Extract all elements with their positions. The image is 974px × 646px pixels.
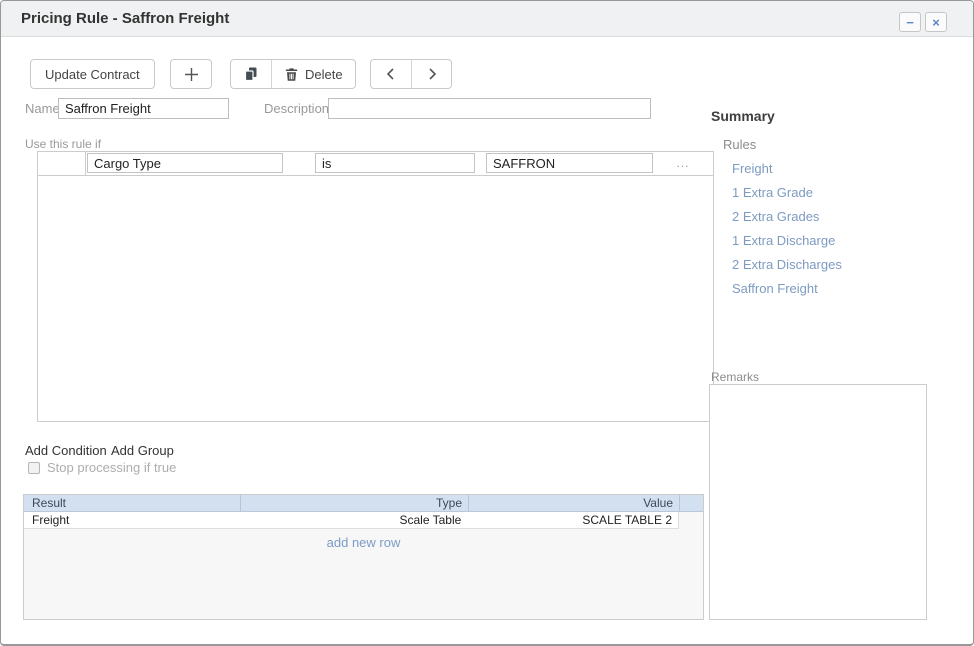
chevron-right-icon xyxy=(424,66,440,82)
delete-label: Delete xyxy=(305,67,343,82)
rule-link-2-extra-grades[interactable]: 2 Extra Grades xyxy=(732,209,819,224)
copy-button[interactable] xyxy=(231,60,271,88)
cell-value: SCALE TABLE 2 xyxy=(467,512,678,528)
chevron-left-icon xyxy=(383,66,399,82)
add-condition-link[interactable]: Add Condition xyxy=(25,443,107,458)
previous-record-button[interactable] xyxy=(371,60,411,88)
update-contract-button[interactable]: Update Contract xyxy=(30,59,155,89)
column-header-result[interactable]: Result xyxy=(24,495,240,511)
column-header-value[interactable]: Value xyxy=(468,495,679,511)
summary-title: Summary xyxy=(711,108,775,124)
add-rule-button[interactable] xyxy=(170,59,212,89)
update-contract-label: Update Contract xyxy=(45,67,140,82)
add-new-row-link[interactable]: add new row xyxy=(24,535,703,550)
name-input[interactable] xyxy=(58,98,229,119)
rule-link-1-extra-discharge[interactable]: 1 Extra Discharge xyxy=(732,233,835,248)
add-group-link[interactable]: Add Group xyxy=(111,443,174,458)
next-record-button[interactable] xyxy=(411,60,451,88)
rules-label: Rules xyxy=(723,137,756,152)
results-table: Result Type Value Freight Scale Table SC… xyxy=(23,494,704,620)
condition-value-input[interactable] xyxy=(486,153,653,173)
trash-icon xyxy=(284,67,299,82)
table-row[interactable]: Freight Scale Table SCALE TABLE 2 xyxy=(24,512,679,529)
condition-gutter[interactable] xyxy=(38,152,86,175)
cell-type: Scale Table xyxy=(240,512,468,528)
close-button[interactable]: × xyxy=(925,12,947,32)
condition-panel: ... xyxy=(37,151,714,422)
description-label: Description xyxy=(264,101,329,116)
use-rule-if-label: Use this rule if xyxy=(25,137,101,151)
condition-row: ... xyxy=(38,152,713,176)
minimize-button[interactable]: − xyxy=(899,12,921,32)
rule-link-2-extra-discharges[interactable]: 2 Extra Discharges xyxy=(732,257,842,272)
minimize-icon: − xyxy=(906,16,914,29)
description-input[interactable] xyxy=(328,98,651,119)
titlebar: Pricing Rule - Saffron Freight − × xyxy=(1,1,973,37)
rule-link-1-extra-grade[interactable]: 1 Extra Grade xyxy=(732,185,813,200)
column-header-spacer xyxy=(679,495,703,511)
remarks-label: Remarks xyxy=(711,370,759,384)
condition-operator-input[interactable] xyxy=(315,153,475,173)
column-header-type[interactable]: Type xyxy=(240,495,468,511)
condition-field-input[interactable] xyxy=(87,153,283,173)
copy-delete-button-group: Delete xyxy=(230,59,356,89)
pricing-rule-window: Pricing Rule - Saffron Freight − × Updat… xyxy=(0,0,974,646)
record-nav-button-group xyxy=(370,59,452,89)
copy-icon xyxy=(243,66,259,82)
stop-processing-checkbox[interactable] xyxy=(28,462,40,474)
condition-more-button[interactable]: ... xyxy=(666,153,700,173)
cell-result: Freight xyxy=(24,512,240,528)
rule-link-freight[interactable]: Freight xyxy=(732,161,772,176)
remarks-textarea[interactable] xyxy=(709,384,927,620)
rule-link-saffron-freight[interactable]: Saffron Freight xyxy=(732,281,818,296)
window-title: Pricing Rule - Saffron Freight xyxy=(21,10,229,27)
plus-icon xyxy=(183,66,200,83)
delete-button[interactable]: Delete xyxy=(271,60,355,88)
close-icon: × xyxy=(932,16,940,29)
stop-processing-label: Stop processing if true xyxy=(47,460,176,475)
name-label: Name xyxy=(25,101,60,116)
results-table-header: Result Type Value xyxy=(24,495,703,512)
